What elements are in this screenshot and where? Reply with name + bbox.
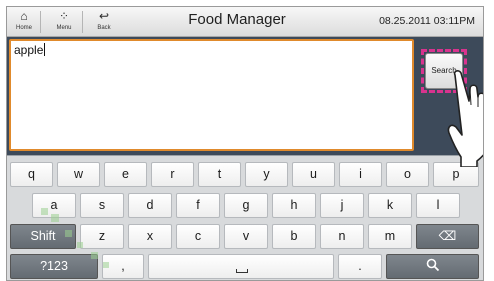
backspace-icon: ⌫ xyxy=(438,229,457,243)
decorative-square xyxy=(77,242,83,248)
decorative-square xyxy=(91,252,98,259)
key-v[interactable]: v xyxy=(224,224,268,249)
key-r[interactable]: r xyxy=(151,162,194,187)
key-z[interactable]: z xyxy=(80,224,124,249)
decorative-square xyxy=(65,230,72,237)
key-w[interactable]: w xyxy=(57,162,100,187)
search-icon xyxy=(426,258,439,272)
key-k[interactable]: k xyxy=(368,193,412,218)
key-m[interactable]: m xyxy=(368,224,412,249)
back-button[interactable]: ↩ Back xyxy=(91,9,117,35)
key-f[interactable]: f xyxy=(176,193,220,218)
menu-label: Menu xyxy=(56,25,72,31)
key-s[interactable]: s xyxy=(80,193,124,218)
top-bar: ⌂ Home ⁘ Menu ↩ Back Food Manager 08.25.… xyxy=(7,7,483,37)
key-e[interactable]: e xyxy=(104,162,147,187)
back-label: Back xyxy=(97,25,111,31)
symbols-mode-key[interactable]: ?123 xyxy=(10,254,98,279)
key-x[interactable]: x xyxy=(128,224,172,249)
space-key[interactable] xyxy=(148,254,334,279)
back-icon: ↩ xyxy=(98,9,110,23)
text-caret xyxy=(44,43,46,56)
tapping-hand-icon xyxy=(447,70,483,167)
on-screen-keyboard: q w e r t y u i o p a s d f g h j k l Sh… xyxy=(7,155,483,280)
page-title: Food Manager xyxy=(188,11,286,28)
decorative-square xyxy=(103,262,109,268)
key-g[interactable]: g xyxy=(224,193,268,218)
key-t[interactable]: t xyxy=(198,162,241,187)
key-h[interactable]: h xyxy=(272,193,316,218)
menu-button[interactable]: ⁘ Menu xyxy=(51,9,77,35)
key-y[interactable]: y xyxy=(245,162,288,187)
decorative-square xyxy=(41,208,48,215)
nav-divider xyxy=(82,11,83,33)
key-q[interactable]: q xyxy=(10,162,53,187)
home-label: Home xyxy=(15,25,32,31)
key-i[interactable]: i xyxy=(339,162,382,187)
key-d[interactable]: d xyxy=(128,193,172,218)
menu-icon: ⁘ xyxy=(58,9,70,23)
home-button[interactable]: ⌂ Home xyxy=(11,9,37,35)
content-area: apple xyxy=(7,37,483,155)
key-j[interactable]: j xyxy=(320,193,364,218)
key-c[interactable]: c xyxy=(176,224,220,249)
nav-divider xyxy=(40,11,41,33)
key-o[interactable]: o xyxy=(386,162,429,187)
home-icon: ⌂ xyxy=(20,9,28,23)
decorative-square xyxy=(51,214,59,222)
period-key[interactable]: . xyxy=(338,254,382,279)
keyboard-search-key[interactable] xyxy=(386,254,479,279)
key-u[interactable]: u xyxy=(292,162,335,187)
key-b[interactable]: b xyxy=(272,224,316,249)
backspace-key[interactable]: ⌫ xyxy=(416,224,479,249)
key-l[interactable]: l xyxy=(416,193,460,218)
space-bar-icon xyxy=(236,269,248,273)
key-n[interactable]: n xyxy=(320,224,364,249)
datetime-display: 08.25.2011 03:11PM xyxy=(379,15,475,27)
device-screen: ⌂ Home ⁘ Menu ↩ Back Food Manager 08.25.… xyxy=(6,6,484,281)
search-input[interactable]: apple xyxy=(9,39,414,151)
search-input-value: apple xyxy=(14,43,46,57)
